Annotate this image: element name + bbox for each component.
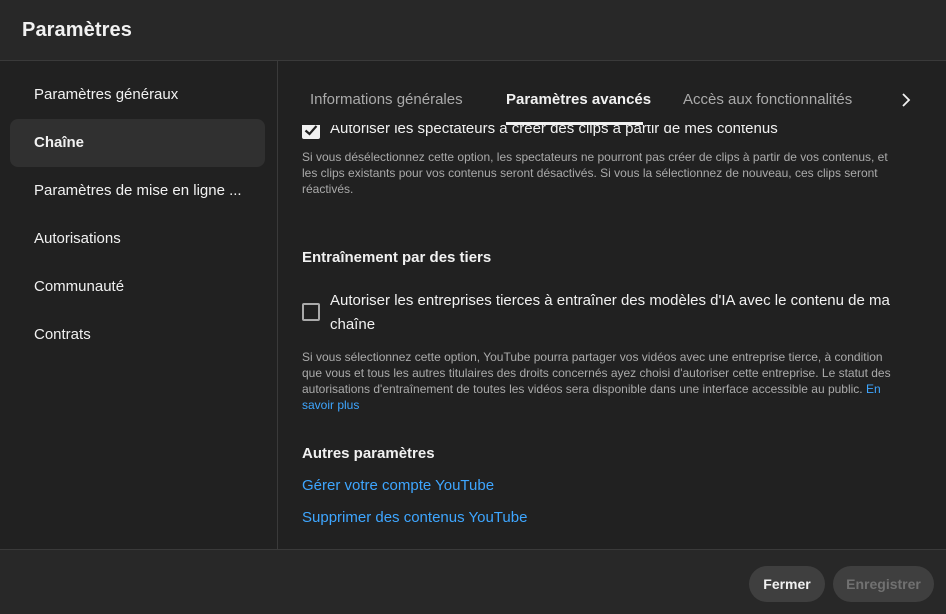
third-party-section-title: Entraînement par des tiers	[302, 249, 492, 266]
ai-training-option-label[interactable]: Autoriser les entreprises tierces à entr…	[330, 289, 902, 337]
settings-dialog: Paramètres Paramètres généraux Chaîne Pa…	[0, 0, 946, 614]
sidebar-item-permissions[interactable]: Autorisations	[10, 215, 265, 263]
sidebar-item-community[interactable]: Communauté	[10, 263, 265, 311]
sidebar-item-upload-defaults[interactable]: Paramètres de mise en ligne ...	[10, 167, 265, 215]
remove-content-link[interactable]: Supprimer des contenus YouTube	[302, 509, 527, 526]
ai-training-description-text: Si vous sélectionnez cette option, YouTu…	[302, 350, 891, 396]
ai-training-description: Si vous sélectionnez cette option, YouTu…	[302, 349, 902, 413]
settings-main-panel: Informations générales Paramètres avancé…	[278, 61, 946, 549]
other-settings-title: Autres paramètres	[302, 445, 435, 462]
tab-feature-eligibility[interactable]: Accès aux fonctionnalités	[683, 91, 852, 108]
sidebar-item-channel[interactable]: Chaîne	[10, 119, 265, 167]
tab-advanced-settings[interactable]: Paramètres avancés	[506, 91, 651, 108]
save-button[interactable]: Enregistrer	[833, 566, 934, 602]
clips-description: Si vous désélectionnez cette option, les…	[302, 150, 888, 196]
sidebar-item-general[interactable]: Paramètres généraux	[10, 71, 265, 119]
dialog-header: Paramètres	[0, 0, 946, 61]
ai-training-checkbox[interactable]	[302, 303, 320, 321]
active-tab-indicator	[506, 122, 643, 125]
sidebar-item-agreements[interactable]: Contrats	[10, 311, 265, 359]
dialog-footer: Fermer Enregistrer	[0, 549, 946, 614]
dialog-title: Paramètres	[22, 19, 132, 41]
chevron-right-icon	[902, 93, 911, 107]
tab-basic-info[interactable]: Informations générales	[310, 91, 463, 108]
manage-account-link[interactable]: Gérer votre compte YouTube	[302, 477, 494, 494]
tabs-next-button[interactable]	[896, 89, 916, 111]
tab-bar: Informations générales Paramètres avancé…	[278, 61, 946, 125]
settings-sidebar: Paramètres généraux Chaîne Paramètres de…	[0, 61, 278, 549]
close-button[interactable]: Fermer	[749, 566, 825, 602]
